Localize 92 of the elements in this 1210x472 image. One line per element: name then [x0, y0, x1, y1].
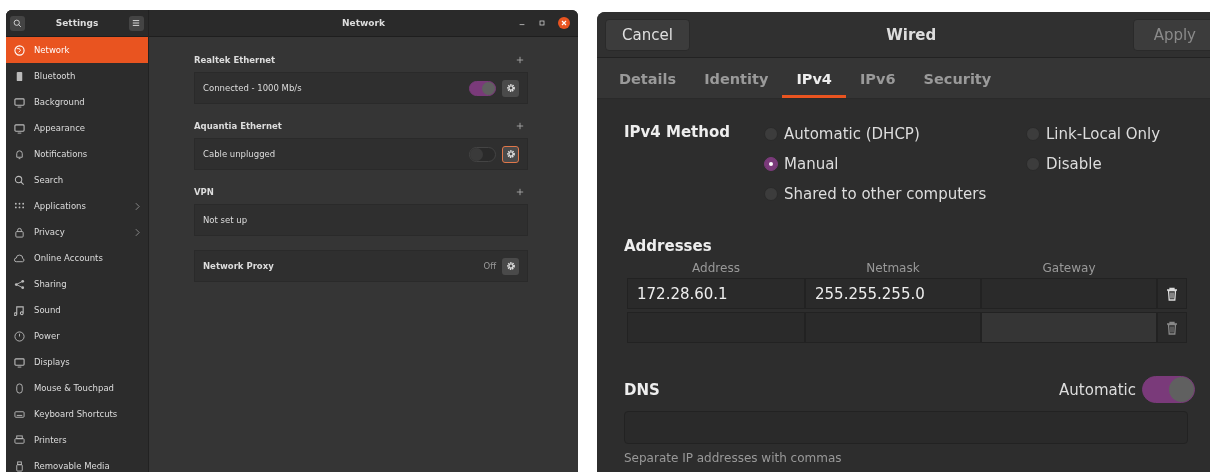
automatic-label: Automatic	[1059, 380, 1136, 399]
globe-icon	[14, 44, 25, 56]
dns-label: DNS	[624, 380, 660, 399]
radio-option[interactable]: Automatic (DHCP)	[764, 123, 1026, 145]
keyboard-icon	[14, 408, 25, 420]
monitor-icon	[14, 96, 25, 108]
sidebar-item[interactable]: Bluetooth	[6, 63, 148, 89]
row-label: Network Proxy	[203, 261, 274, 271]
address-field[interactable]: 255.255.255.0	[805, 278, 981, 309]
add-icon[interactable]	[516, 122, 524, 130]
sidebar-item[interactable]: Applications	[6, 193, 148, 219]
dialog-title: Wired	[886, 25, 937, 44]
menu-icon	[132, 19, 141, 27]
monitor-icon	[14, 356, 25, 368]
bell-icon	[14, 148, 25, 160]
addresses-label: Addresses	[624, 237, 713, 255]
tab[interactable]: Identity	[690, 58, 783, 98]
settings-button[interactable]	[502, 257, 519, 275]
radio-button[interactable]	[764, 157, 778, 171]
gear-icon	[505, 261, 516, 271]
connection-status: Not set up	[203, 215, 248, 225]
usb-icon	[14, 460, 25, 472]
radio-label: Disable	[1046, 155, 1102, 173]
tab[interactable]: Details	[605, 58, 691, 98]
column-header: Netmask	[865, 261, 921, 277]
maximize-icon[interactable]	[538, 19, 546, 27]
method-label: IPv4 Method	[624, 123, 731, 141]
trash-icon	[1166, 286, 1178, 301]
phone-icon	[14, 70, 25, 82]
printer-icon	[14, 434, 25, 446]
radio-label: Manual	[784, 155, 839, 173]
monitor-icon	[14, 122, 25, 134]
address-field[interactable]: 172.28.60.1	[627, 278, 805, 309]
menu-button[interactable]	[129, 15, 144, 31]
section-title: Aquantia Ethernet	[194, 121, 282, 131]
search-button[interactable]	[10, 15, 25, 31]
sidebar-item[interactable]: Power	[6, 323, 148, 349]
close-icon[interactable]	[558, 17, 570, 29]
connection-status: Connected - 1000 Mb/s	[203, 83, 302, 93]
sidebar-item[interactable]: Notifications	[6, 141, 148, 167]
radio-label: Shared to other computers	[784, 185, 987, 203]
sidebar-item[interactable]: Search	[6, 167, 148, 193]
connection-status: Cable unplugged	[203, 149, 276, 159]
status-value: Off	[483, 261, 496, 271]
trash-icon	[1166, 320, 1178, 335]
sidebar-item[interactable]: Privacy	[6, 219, 148, 245]
sidebar-title: Settings	[55, 18, 99, 28]
gear-icon	[505, 83, 516, 93]
note-icon	[14, 304, 25, 316]
settings-button[interactable]	[502, 145, 519, 163]
toggle-switch[interactable]	[469, 146, 496, 162]
tab[interactable]: IPv6	[845, 58, 910, 98]
radio-label: Link-Local Only	[1046, 125, 1161, 143]
radio-option[interactable]: Link-Local Only	[1026, 123, 1161, 145]
sidebar-item[interactable]: Mouse & Touchpad	[6, 375, 148, 401]
network-proxy-row[interactable]: Network Proxy Off	[194, 250, 528, 282]
sidebar-item[interactable]: Printers	[6, 427, 148, 453]
share-icon	[14, 278, 25, 290]
tab[interactable]: IPv4	[782, 58, 846, 98]
window-title: Network	[342, 18, 385, 28]
sidebar-item[interactable]: Network	[6, 37, 148, 63]
sidebar-item[interactable]: Appearance	[6, 115, 148, 141]
section-title: Realtek Ethernet	[194, 55, 276, 65]
cancel-button[interactable]: Cancel	[605, 18, 690, 51]
sidebar-item[interactable]: Keyboard Shortcuts	[6, 401, 148, 427]
search-icon	[13, 18, 22, 28]
radio-label: Automatic (DHCP)	[784, 125, 920, 143]
sidebar-item[interactable]: Sharing	[6, 271, 148, 297]
sidebar-item[interactable]: Removable Media	[6, 453, 148, 472]
gear-icon	[505, 149, 516, 159]
add-icon[interactable]	[516, 188, 524, 196]
sidebar-item[interactable]: Online Accounts	[6, 245, 148, 271]
toggle-switch[interactable]	[1142, 376, 1195, 403]
radio-option[interactable]: Disable	[1026, 153, 1161, 175]
power-icon	[14, 330, 25, 342]
column-header: Address	[691, 261, 741, 277]
toggle-switch[interactable]	[469, 80, 496, 96]
radio-option[interactable]: Manual	[764, 153, 1026, 175]
dns-hint: Separate IP addresses with commas	[624, 451, 843, 465]
add-icon[interactable]	[516, 56, 524, 64]
sidebar-item[interactable]: Displays	[6, 349, 148, 375]
sidebar-item[interactable]: Sound	[6, 297, 148, 323]
section-title: VPN	[194, 187, 214, 197]
mouse-icon	[14, 382, 25, 394]
sidebar-item[interactable]: Background	[6, 89, 148, 115]
column-header: Gateway	[1041, 261, 1097, 277]
cloud-icon	[14, 252, 25, 264]
radio-option[interactable]: Shared to other computers	[764, 183, 1026, 205]
lock-icon	[14, 226, 25, 238]
search-icon	[14, 174, 25, 186]
settings-button[interactable]	[502, 79, 519, 97]
tab[interactable]: Security	[909, 58, 1006, 98]
